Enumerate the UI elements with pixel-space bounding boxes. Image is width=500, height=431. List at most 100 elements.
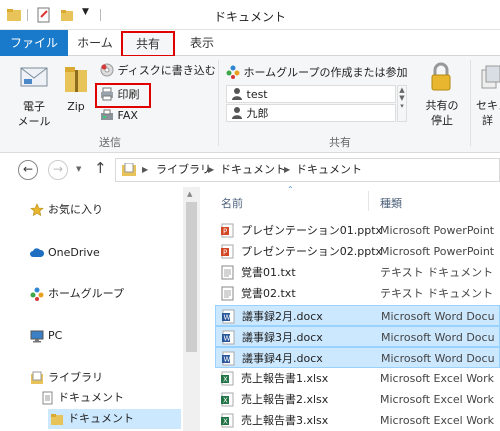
forward-button[interactable]: → [48, 160, 68, 180]
pptx-file-icon: P [221, 223, 234, 238]
table-row[interactable]: P プレゼンテーション01.pptx Microsoft PowerPoint [215, 220, 500, 241]
file-name: 議事録3月.docx [242, 331, 323, 344]
up-button[interactable]: ↑ [94, 159, 107, 177]
address-bar[interactable]: ▶ ライブラリ ▶ ドキュメント ▶ ドキュメント [115, 158, 500, 182]
email-button[interactable]: 電子 メール [10, 62, 58, 128]
share-user-test-label: test [246, 88, 268, 101]
email-label-2: メール [17, 115, 51, 128]
ribbon-tabs: ファイル ホーム 共有 表示 [0, 30, 500, 57]
zip-button[interactable]: Zip [60, 62, 92, 128]
homegroup-create-label: ホームグループの作成または参加 [243, 66, 408, 79]
pptx-file-icon: P [221, 244, 234, 259]
svg-text:X: X [223, 418, 228, 426]
table-row[interactable]: X 売上報告書3.xlsx Microsoft Excel Work [215, 410, 500, 431]
file-name: 売上報告書3.xlsx [241, 414, 329, 427]
library-icon [122, 163, 136, 176]
nav-documents-label: ドキュメント [58, 391, 124, 404]
table-row[interactable]: 覚書02.txt テキスト ドキュメント [215, 283, 500, 304]
security-label-2: 詳 [482, 114, 493, 127]
breadcrumb-libraries[interactable]: ライブラリ [156, 159, 211, 181]
file-name: 議事録2月.docx [242, 310, 323, 323]
window-title: ドキュメント [213, 10, 286, 24]
nav-onedrive[interactable]: OneDrive [30, 243, 100, 263]
nav-favorites-label: お気に入り [48, 203, 103, 216]
table-row[interactable]: W 議事録2月.docx Microsoft Word Docu [215, 305, 500, 326]
table-row[interactable]: W 議事録4月.docx Microsoft Word Docu [215, 347, 500, 368]
tab-home[interactable]: ホーム [72, 30, 118, 56]
file-type: Microsoft Word Docu [381, 352, 495, 365]
column-header-type[interactable]: 種類 [380, 195, 402, 211]
tab-file[interactable]: ファイル [0, 30, 68, 56]
stop-sharing-button[interactable]: 共有の 停止 [418, 60, 466, 130]
file-name: 売上報告書2.xlsx [241, 393, 329, 406]
table-row[interactable]: X 売上報告書2.xlsx Microsoft Excel Work [215, 389, 500, 410]
burn-to-disc-button[interactable]: ディスクに書き込む [100, 62, 216, 80]
email-label-1: 電子 [23, 100, 45, 113]
breadcrumb-chevron-icon[interactable]: ▶ [142, 159, 148, 181]
nav-documents-sub[interactable]: ドキュメント [48, 409, 181, 429]
share-user-kuro[interactable]: 九郎 [226, 104, 396, 122]
share-list-scroll[interactable]: ▲ ▼ ▾ [397, 85, 407, 122]
breadcrumb-documents-sub[interactable]: ドキュメント [296, 159, 362, 181]
email-icon [20, 67, 48, 87]
docx-file-icon: W [222, 351, 235, 366]
tab-view[interactable]: 表示 [180, 30, 224, 56]
scroll-up-icon[interactable]: ▲ [187, 190, 192, 198]
library-icon [31, 371, 43, 384]
svg-text:W: W [224, 335, 231, 343]
nav-documents[interactable]: ドキュメント [40, 388, 124, 408]
table-row[interactable]: 覚書01.txt テキスト ドキュメント [215, 262, 500, 283]
nav-homegroup[interactable]: ホームグループ [30, 284, 124, 304]
breadcrumb-chevron-icon[interactable]: ▶ [284, 159, 290, 181]
breadcrumb-documents[interactable]: ドキュメント [220, 159, 286, 181]
nav-libraries[interactable]: ライブラリ [30, 368, 103, 388]
nav-scroll-thumb[interactable] [186, 202, 197, 352]
file-name: プレゼンテーション02.pptx [241, 245, 383, 258]
navigation-bar: ← → ▼ ↑ ▶ ライブラリ ▶ ドキュメント ▶ ドキュメント [0, 153, 500, 187]
group-divider [470, 60, 471, 146]
homegroup-create-button[interactable]: ホームグループの作成または参加 [226, 64, 408, 82]
svg-text:W: W [224, 314, 231, 322]
column-divider[interactable] [368, 191, 369, 211]
ribbon: 電子 メール Zip ディスクに書き込む 印刷 FAX 送信 ホームグループの作… [0, 56, 500, 153]
table-row[interactable]: W 議事録3月.docx Microsoft Word Docu [215, 326, 500, 347]
share-user-test[interactable]: test [226, 85, 396, 103]
fax-button[interactable]: FAX [100, 107, 138, 125]
svg-text:W: W [224, 356, 231, 364]
security-icon [481, 65, 500, 89]
svg-text:X: X [223, 376, 228, 384]
column-header-name[interactable]: 名前 [221, 195, 243, 211]
txt-file-icon [221, 286, 234, 301]
docx-file-icon: W [222, 309, 235, 324]
title-bar: ▼ ドキュメント [0, 0, 500, 30]
advanced-security-button[interactable]: セキュ 詳 [474, 60, 500, 130]
file-type: Microsoft PowerPoint [380, 245, 495, 258]
stop-sharing-label-1: 共有の [425, 99, 459, 112]
print-label: 印刷 [117, 88, 140, 101]
security-label-1: セキュ [476, 99, 500, 112]
table-row[interactable]: X 売上報告書1.xlsx Microsoft Excel Work [215, 368, 500, 389]
nav-pc[interactable]: PC [30, 326, 62, 346]
svg-text:X: X [223, 397, 228, 405]
send-group-label: 送信 [99, 136, 121, 149]
zip-label: Zip [67, 100, 85, 113]
table-row[interactable]: P プレゼンテーション02.pptx Microsoft PowerPoint [215, 241, 500, 262]
nav-onedrive-label: OneDrive [48, 246, 100, 259]
back-button[interactable]: ← [18, 160, 38, 180]
file-type: テキスト ドキュメント [380, 266, 494, 279]
user-icon [232, 107, 242, 119]
computer-icon [30, 330, 44, 343]
share-group-label: 共有 [329, 136, 351, 149]
homegroup-icon [226, 65, 240, 79]
print-button[interactable]: 印刷 [100, 86, 140, 104]
nav-documents-sub-label: ドキュメント [68, 412, 134, 425]
breadcrumb-chevron-icon[interactable]: ▶ [208, 159, 214, 181]
recent-locations-icon[interactable]: ▼ [76, 165, 81, 173]
cloud-icon [30, 248, 44, 257]
file-type: Microsoft Word Docu [381, 310, 495, 323]
tab-share[interactable]: 共有 [122, 31, 174, 56]
zip-folder-icon [65, 67, 87, 92]
nav-favorites[interactable]: お気に入り [30, 200, 103, 220]
fax-label: FAX [117, 109, 138, 122]
docx-file-icon: W [222, 330, 235, 345]
